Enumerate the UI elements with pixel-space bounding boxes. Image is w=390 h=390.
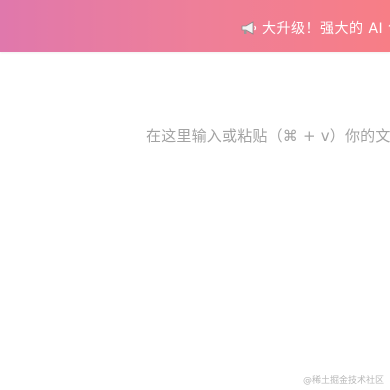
announcement-text: 大升级！强大的 AI 创 [262, 21, 390, 37]
megaphone-icon [240, 20, 258, 36]
editor-placeholder: 在这里输入或粘贴（⌘ + v）你的文 [146, 127, 390, 145]
announcement-content[interactable]: 大升级！强大的 AI 创 [240, 15, 390, 41]
announcement-banner[interactable]: 大升级！强大的 AI 创 [0, 0, 390, 52]
text-editor[interactable]: 在这里输入或粘贴（⌘ + v）你的文 [0, 52, 390, 390]
watermark: @稀土掘金技术社区 [302, 376, 384, 386]
